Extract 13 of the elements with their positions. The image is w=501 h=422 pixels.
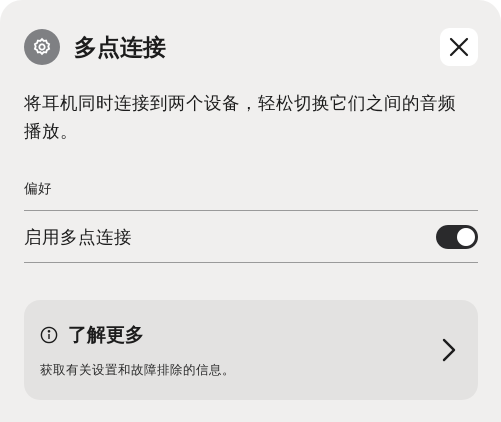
card-title: 了解更多 [68, 322, 144, 348]
close-icon [449, 37, 469, 57]
toggle-switch[interactable] [436, 224, 478, 248]
dialog-title: 多点连接 [74, 34, 167, 62]
section-label: 偏好 [24, 180, 478, 211]
chevron-right-icon [442, 338, 456, 362]
card-subtitle: 获取有关设置和故障排除的信息。 [40, 362, 236, 378]
close-button[interactable] [440, 28, 478, 66]
gear-icon [24, 29, 60, 65]
info-icon [40, 326, 58, 344]
setting-label: 启用多点连接 [24, 226, 132, 248]
description-text: 将耳机同时连接到两个设备，轻松切换它们之间的音频播放。 [24, 93, 457, 144]
learn-more-card[interactable]: 了解更多 获取有关设置和故障排除的信息。 [24, 300, 478, 400]
